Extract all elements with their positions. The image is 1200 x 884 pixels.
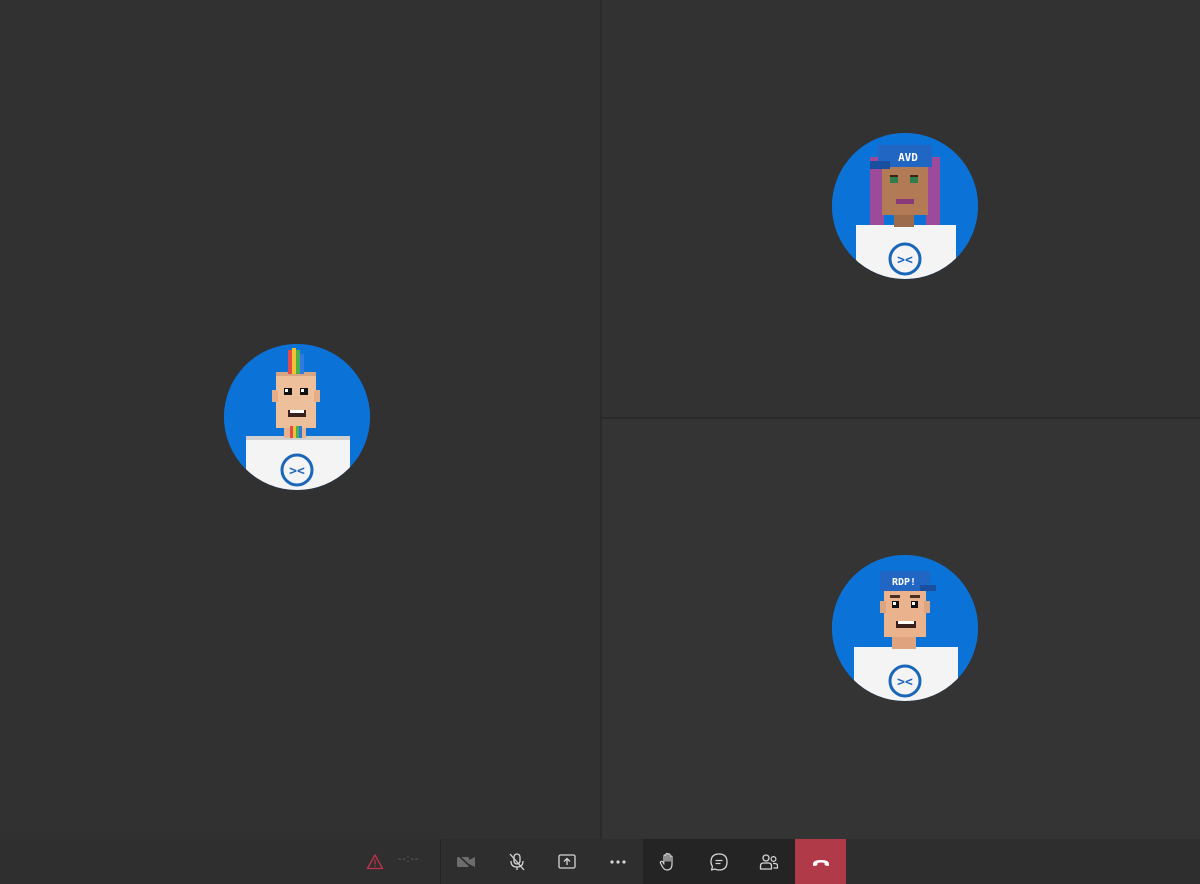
pixel-avatar-rdp-cap-icon: RDP! >< — [832, 555, 978, 701]
svg-text:><: >< — [289, 464, 305, 479]
warning-icon[interactable] — [366, 853, 384, 871]
cap-caption: AVD — [898, 151, 918, 164]
mic-off-icon — [509, 852, 525, 870]
video-stage: >< AVD >< RDP! >< — [0, 0, 1200, 839]
pixel-avatar-avd-cap-icon: AVD >< — [832, 133, 978, 279]
svg-text:><: >< — [897, 253, 913, 268]
participant-tile-1[interactable]: >< — [0, 0, 600, 839]
call-actions-group — [643, 839, 795, 884]
hangup-icon — [812, 859, 829, 866]
call-timer: --:-- — [398, 854, 420, 865]
pixel-avatar-mohawk-icon: >< — [224, 344, 370, 490]
participant-tile-2[interactable]: AVD >< — [602, 0, 1200, 417]
call-controls-bar: --:-- — [0, 839, 1200, 884]
share-screen-icon — [558, 853, 576, 869]
raise-hand-icon — [659, 852, 673, 871]
participant-avatar-3: RDP! >< — [832, 555, 978, 701]
participants-button[interactable] — [744, 839, 794, 884]
raise-hand-button[interactable] — [643, 839, 693, 884]
camera-off-icon — [456, 852, 475, 871]
call-status-area: --:-- — [0, 839, 440, 884]
mic-toggle-button[interactable] — [492, 839, 542, 884]
hang-up-button[interactable] — [795, 839, 846, 884]
cap-caption: RDP! — [892, 577, 916, 588]
chat-icon — [710, 852, 728, 871]
camera-toggle-button[interactable] — [441, 839, 491, 884]
more-options-button[interactable] — [593, 839, 643, 884]
share-screen-button[interactable] — [542, 839, 592, 884]
participant-avatar-1: >< — [224, 344, 370, 490]
participant-tile-3[interactable]: RDP! >< — [602, 419, 1200, 839]
svg-text:><: >< — [897, 675, 913, 690]
participants-icon — [759, 853, 779, 870]
more-icon — [610, 859, 626, 864]
chat-button[interactable] — [694, 839, 744, 884]
participant-avatar-2: AVD >< — [832, 133, 978, 279]
